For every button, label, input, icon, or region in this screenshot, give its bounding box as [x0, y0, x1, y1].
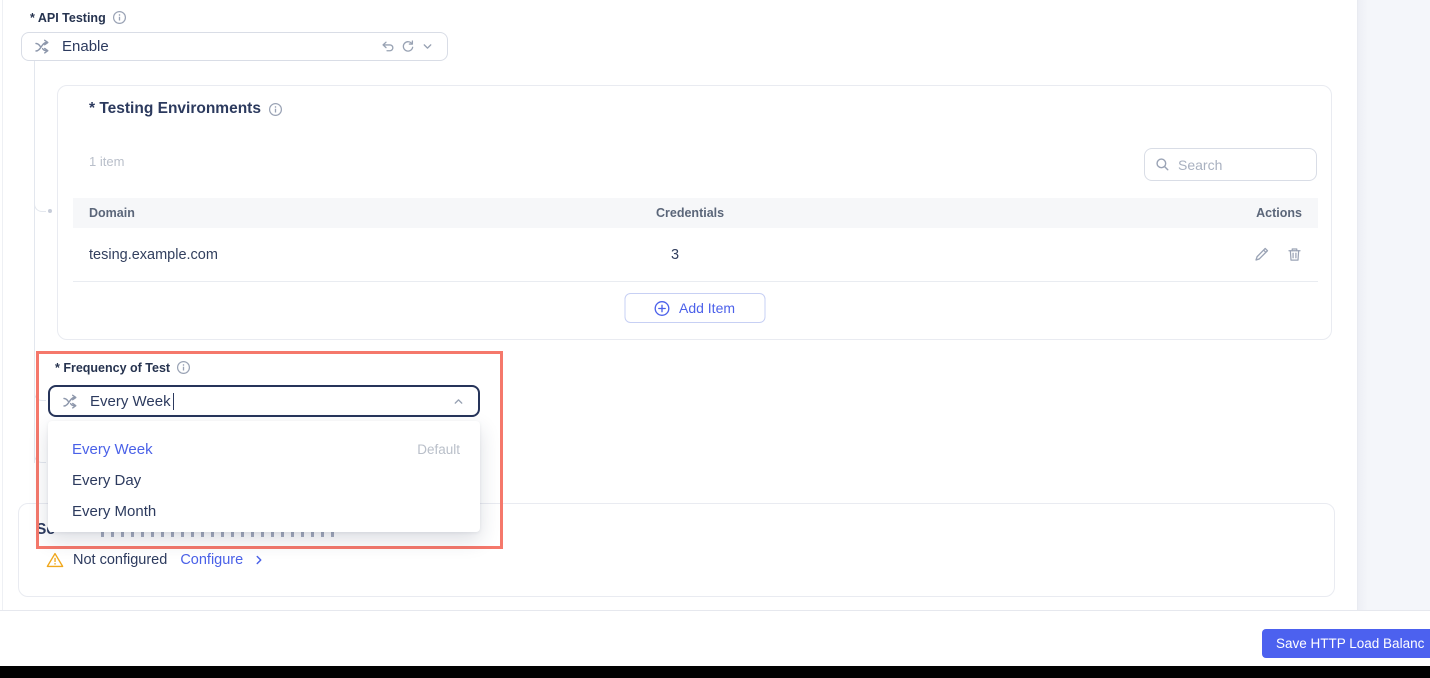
- configure-link[interactable]: Configure: [180, 552, 243, 568]
- branch-icon: [62, 394, 80, 409]
- table-row: tesing.example.com 3: [73, 228, 1318, 282]
- row-actions: [1251, 245, 1304, 265]
- testing-environments-title-text: * Testing Environments: [89, 100, 261, 118]
- info-icon[interactable]: [176, 360, 191, 375]
- text-cursor: [173, 393, 175, 410]
- search-input[interactable]: [1178, 157, 1298, 173]
- api-testing-value: Enable: [62, 38, 109, 55]
- info-icon[interactable]: [112, 10, 127, 25]
- search-box[interactable]: [1144, 148, 1317, 181]
- tree-elbow: [34, 199, 46, 212]
- item-count: 1 item: [89, 154, 124, 169]
- frequency-dropdown-menu: Every Week Default Every Day Every Month: [48, 421, 480, 532]
- tree-elbow: [34, 450, 46, 463]
- refresh-icon[interactable]: [397, 37, 417, 57]
- save-http-load-balancer-button[interactable]: Save HTTP Load Balanc: [1262, 629, 1430, 658]
- branch-icon: [34, 39, 52, 54]
- undo-icon[interactable]: [377, 37, 397, 57]
- tree-dot: [48, 209, 52, 213]
- testing-environments-card: * Testing Environments 1 item Domain Cre…: [57, 85, 1332, 340]
- api-testing-label-text: * API Testing: [30, 11, 106, 25]
- column-header-credentials: Credentials: [656, 206, 724, 220]
- frequency-label-text: * Frequency of Test: [55, 361, 170, 375]
- right-side-panel: [1357, 0, 1430, 610]
- chevron-right-icon[interactable]: [252, 553, 266, 567]
- obscured-heading-fragments: [101, 532, 341, 537]
- page-left-border: [2, 0, 3, 610]
- option-label: Every Week: [72, 441, 153, 458]
- tree-connector-line: [34, 61, 35, 463]
- footer-divider: [0, 610, 1430, 611]
- chevron-up-icon[interactable]: [448, 391, 468, 411]
- api-testing-select[interactable]: Enable: [21, 32, 448, 61]
- column-header-domain: Domain: [89, 206, 135, 220]
- trash-icon[interactable]: [1284, 245, 1304, 265]
- frequency-select[interactable]: Every Week: [48, 385, 480, 417]
- not-configured-row: Not configured Configure: [46, 552, 266, 568]
- testing-environments-title: * Testing Environments: [89, 100, 283, 118]
- api-testing-label: * API Testing: [30, 10, 127, 25]
- default-badge: Default: [417, 442, 460, 457]
- dropdown-option-every-week[interactable]: Every Week Default: [48, 434, 480, 465]
- chevron-down-icon[interactable]: [417, 37, 437, 57]
- table-header: Domain Credentials Actions: [73, 198, 1318, 228]
- cell-domain: tesing.example.com: [89, 247, 218, 263]
- frequency-value: Every Week: [90, 393, 171, 410]
- plus-circle-icon: [654, 300, 671, 317]
- tree-elbow: [34, 388, 46, 401]
- add-item-button[interactable]: Add Item: [624, 293, 765, 323]
- option-label: Every Month: [72, 503, 156, 520]
- pencil-icon[interactable]: [1251, 245, 1271, 265]
- cell-credentials: 3: [671, 247, 679, 263]
- dropdown-option-every-month[interactable]: Every Month: [48, 496, 480, 527]
- frequency-label: * Frequency of Test: [55, 360, 191, 375]
- warning-icon: [46, 552, 64, 568]
- option-label: Every Day: [72, 472, 141, 489]
- column-header-actions: Actions: [1256, 206, 1302, 220]
- status-text: Not configured: [73, 552, 167, 568]
- search-icon: [1155, 157, 1170, 172]
- info-icon[interactable]: [268, 102, 283, 117]
- bottom-black-bar: [0, 666, 1430, 678]
- add-item-label: Add Item: [679, 300, 735, 316]
- dropdown-option-every-day[interactable]: Every Day: [48, 465, 480, 496]
